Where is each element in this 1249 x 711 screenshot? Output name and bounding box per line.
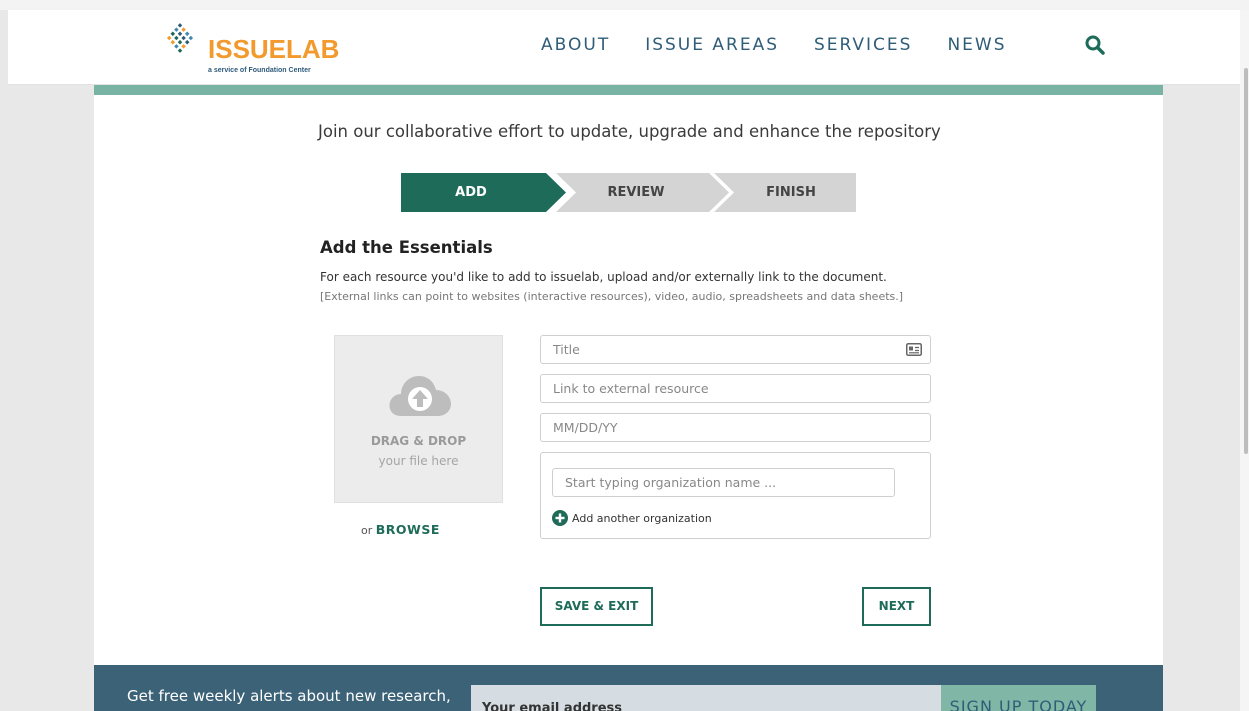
nav-news[interactable]: NEWS [947,35,1006,55]
dropzone-subtitle: your file here [378,454,459,468]
intro-text: Join our collaborative effort to update,… [318,122,941,141]
search-button[interactable] [1084,34,1106,56]
email-input[interactable]: Your email address [471,685,941,711]
issuelab-logo[interactable]: ISSUELAB a service of Foundation Center [158,18,358,78]
step-review: REVIEW [607,185,665,200]
nav-issue-areas[interactable]: ISSUE AREAS [645,35,779,55]
nav-about[interactable]: ABOUT [541,35,610,55]
save-exit-button[interactable]: SAVE & EXIT [540,587,653,626]
logo-text: ISSUELAB [208,34,340,64]
diamond-grid-logo-icon [166,23,194,53]
organization-box: Start typing organization name ... Add a… [540,452,931,539]
nav-services[interactable]: SERVICES [814,35,912,55]
step-finish: FINISH [766,185,816,200]
cloud-upload-icon [389,376,451,416]
organization-placeholder: Start typing organization name ... [565,475,777,490]
date-field[interactable]: MM/DD/YY [540,413,931,442]
add-organization-label: Add another organization [572,511,712,525]
progress-steps: ADD REVIEW FINISH [401,173,856,212]
file-dropzone[interactable]: DRAG & DROP your file here [334,335,503,503]
plus-circle-icon [552,510,568,526]
date-placeholder: MM/DD/YY [553,420,618,435]
section-description: For each resource you'd like to add to i… [320,270,887,284]
newsletter-footer: Get free weekly alerts about new researc… [94,665,1163,711]
add-organization-button[interactable]: Add another organization [552,510,712,526]
organization-input[interactable]: Start typing organization name ... [552,468,895,497]
next-button[interactable]: NEXT [862,587,931,626]
link-placeholder: Link to external resource [553,381,709,396]
title-placeholder: Title [553,342,580,357]
header-accent-bar [94,85,1163,95]
section-note: [External links can point to websites (i… [320,290,904,303]
contact-card-icon [906,343,922,356]
signup-button[interactable]: SIGN UP TODAY [941,685,1096,711]
site-header: ISSUELAB a service of Foundation Center … [8,10,1248,85]
alert-text: Get free weekly alerts about new researc… [127,687,451,705]
browse-row: or BROWSE [361,522,440,537]
browse-prefix: or [361,524,373,537]
title-field[interactable]: Title [540,335,931,364]
scrollbar-thumb[interactable] [1244,68,1248,454]
external-link-field[interactable]: Link to external resource [540,374,931,403]
browse-link[interactable]: BROWSE [376,522,440,537]
browser-top-strip [0,0,1249,10]
step-add: ADD [455,185,487,200]
search-icon [1085,35,1105,55]
main-nav: ABOUT ISSUE AREAS SERVICES NEWS [541,35,1007,55]
email-placeholder: Your email address [482,701,623,711]
section-title: Add the Essentials [320,238,493,257]
dropzone-title: DRAG & DROP [370,434,467,448]
logo-subtitle: a service of Foundation Center [208,67,311,74]
